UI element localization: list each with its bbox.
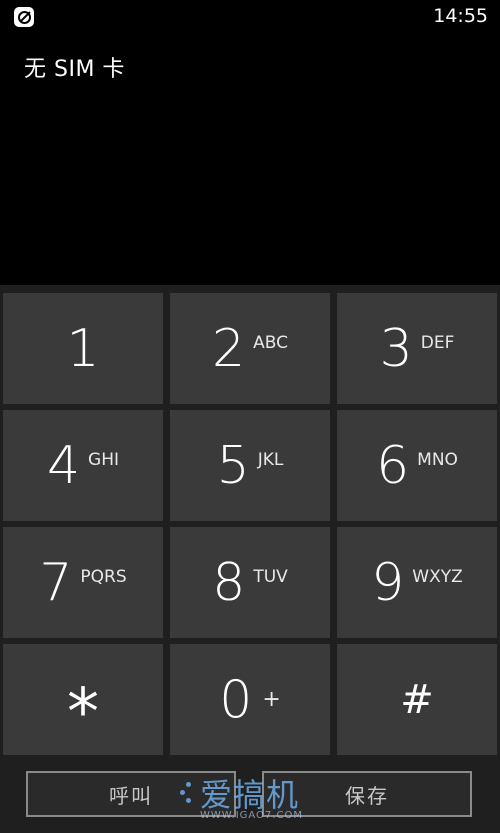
key-digit: *	[67, 675, 99, 750]
key-letters: JKL	[257, 449, 284, 470]
key-digit: 6	[376, 435, 410, 496]
key-digit: 0	[219, 669, 253, 730]
key-5[interactable]: 5 JKL	[170, 410, 330, 521]
key-digit: 8	[212, 552, 246, 613]
key-digit: #	[400, 676, 434, 723]
key-hash[interactable]: #	[337, 644, 497, 755]
key-letters: TUV	[253, 566, 288, 587]
call-button[interactable]: 呼叫	[26, 771, 236, 817]
key-letters: +	[262, 687, 281, 712]
key-star[interactable]: *	[3, 644, 163, 755]
key-letters: WXYZ	[412, 566, 463, 587]
key-digit: 4	[46, 435, 81, 496]
key-9[interactable]: 9 WXYZ	[337, 527, 497, 638]
key-digit: 3	[379, 318, 413, 379]
key-letters: ABC	[253, 332, 288, 353]
key-6[interactable]: 6 MNO	[337, 410, 497, 521]
key-letters: PQRS	[80, 566, 127, 587]
key-letters: DEF	[420, 332, 455, 353]
clock: 14:55	[433, 5, 488, 27]
key-digit: 2	[212, 318, 246, 379]
key-digit: 1	[66, 318, 100, 379]
key-letters: MNO	[417, 449, 458, 470]
key-digit: 7	[39, 552, 73, 613]
dial-keypad: 1 2 ABC 3 DEF 4 GHI 5 JKL 6 MNO 7 PQRS 8…	[0, 285, 500, 833]
action-bar: 呼叫 保存	[0, 760, 500, 833]
key-4[interactable]: 4 GHI	[3, 410, 163, 521]
key-letters: GHI	[88, 449, 120, 470]
sim-status-text: 无 SIM 卡	[24, 57, 125, 82]
key-3[interactable]: 3 DEF	[337, 293, 497, 404]
key-digit: 9	[371, 552, 405, 613]
key-1[interactable]: 1	[3, 293, 163, 404]
save-button[interactable]: 保存	[262, 771, 472, 817]
key-digit: 5	[216, 435, 250, 496]
key-7[interactable]: 7 PQRS	[3, 527, 163, 638]
status-bar: 14:55	[0, 0, 500, 34]
key-2[interactable]: 2 ABC	[170, 293, 330, 404]
key-8[interactable]: 8 TUV	[170, 527, 330, 638]
data-sense-icon	[14, 7, 34, 27]
key-0[interactable]: 0 +	[170, 644, 330, 755]
